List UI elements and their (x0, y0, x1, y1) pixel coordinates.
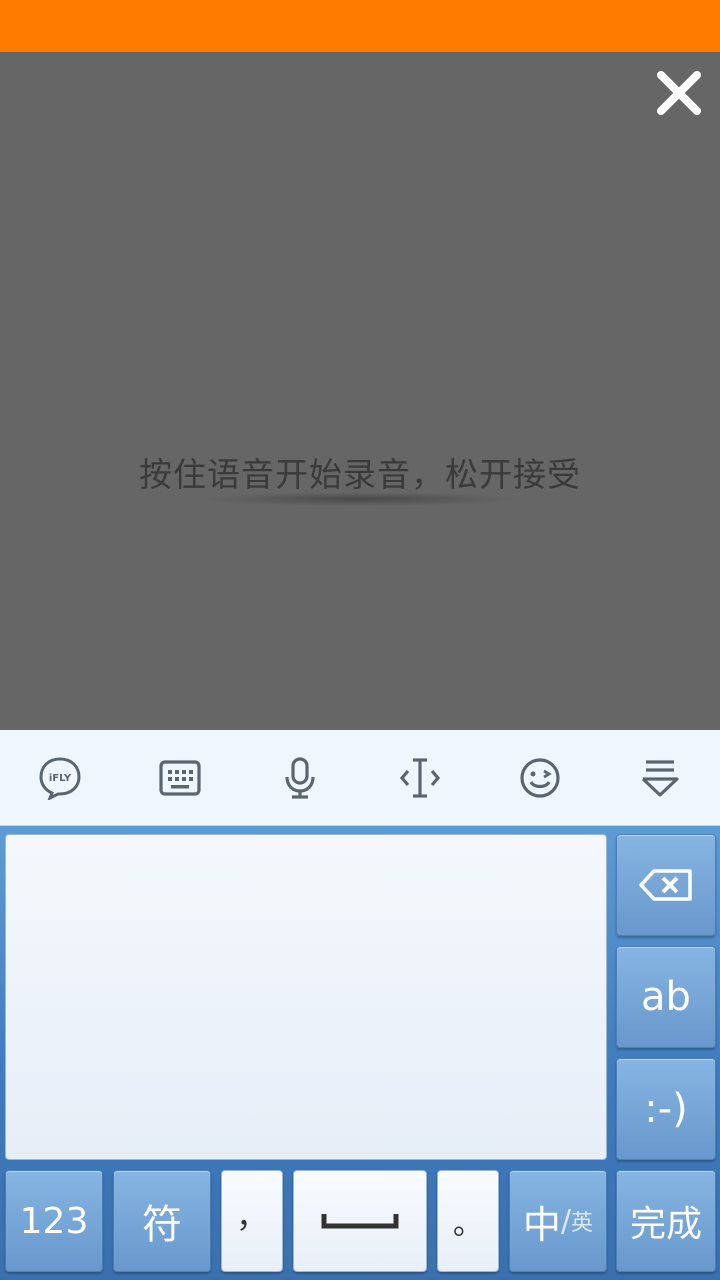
emoji-button[interactable] (480, 730, 600, 825)
keyboard-toolbar: iFLY (0, 730, 720, 826)
keyboard-button[interactable] (120, 730, 240, 825)
ab-key[interactable]: ab (616, 946, 716, 1048)
cursor-button[interactable] (360, 730, 480, 825)
voice-hint-text: 按住语音开始录音，松开接受 (139, 455, 581, 494)
language-switch-key[interactable]: 中 / 英 (509, 1170, 607, 1272)
keyboard-icon (159, 759, 201, 796)
lang-sub-label: 英 (571, 1211, 594, 1236)
cursor-move-icon (399, 757, 441, 798)
number-key[interactable]: 123 (5, 1170, 103, 1272)
comma-key-label: ， (235, 1197, 268, 1235)
backspace-icon (639, 869, 692, 901)
wink-face-icon (520, 757, 560, 798)
symbol-key-label: 符 (142, 1202, 182, 1248)
symbol-key[interactable]: 符 (113, 1170, 211, 1272)
hide-keyboard-button[interactable] (600, 730, 720, 825)
space-bar-icon (321, 1214, 399, 1229)
period-key[interactable]: 。 (437, 1170, 499, 1272)
svg-text:iFLY: iFLY (49, 773, 72, 784)
delete-key[interactable] (616, 834, 716, 936)
done-key[interactable]: 完成 (616, 1170, 716, 1272)
comma-key[interactable]: ， (221, 1170, 283, 1272)
number-key-label: 123 (19, 1200, 89, 1242)
status-bar (0, 0, 720, 52)
smiley-key-label: :-) (644, 1086, 688, 1132)
lang-slash-label: / (560, 1203, 572, 1239)
microphone-button[interactable] (240, 730, 360, 825)
handwriting-pad[interactable] (5, 834, 607, 1160)
done-key-label: 完成 (629, 1204, 702, 1245)
hide-keyboard-icon (641, 759, 679, 797)
hint-shadow (200, 492, 520, 506)
period-key-label: 。 (453, 1207, 483, 1242)
ifly-logo-icon: iFLY (39, 756, 81, 800)
voice-input-overlay (0, 52, 720, 730)
screen: 按住语音开始录音，松开接受 iFLY ab:-) 123 符 ， 。 中 / … (0, 0, 720, 1280)
space-key[interactable] (293, 1170, 427, 1272)
close-button[interactable] (650, 64, 708, 122)
ab-key-label: ab (641, 974, 691, 1020)
microphone-icon (285, 756, 315, 799)
ifly-logo-button[interactable]: iFLY (0, 730, 120, 825)
smiley-key[interactable]: :-) (616, 1058, 716, 1160)
lang-main-label: 中 (522, 1202, 561, 1247)
close-icon (657, 71, 701, 115)
